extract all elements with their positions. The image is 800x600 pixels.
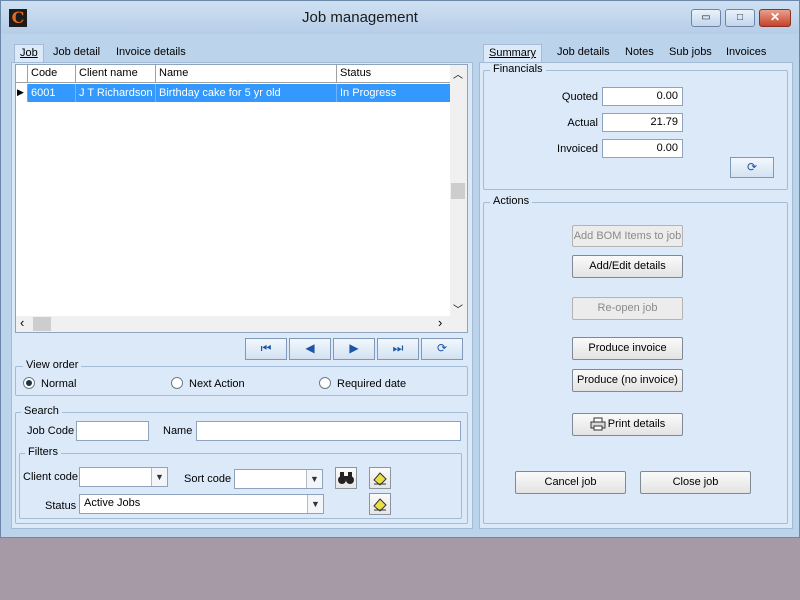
quoted-label: Quoted — [561, 91, 598, 103]
status-label: Status — [45, 500, 77, 512]
previous-record-button[interactable]: ◀ — [289, 338, 331, 360]
horizontal-scrollbar[interactable]: ‹ › — [16, 315, 450, 332]
client-code-label: Client code — [23, 471, 79, 483]
cell-status: In Progress — [340, 87, 397, 99]
refresh-button[interactable]: ⟳ — [421, 338, 463, 360]
minimize-button[interactable]: ▭ — [691, 9, 721, 27]
col-header-code[interactable]: Code — [28, 65, 76, 83]
normal-radio-label[interactable]: Normal — [41, 378, 76, 390]
search-label: Search — [21, 405, 62, 417]
chevron-down-icon[interactable]: ▼ — [151, 468, 167, 486]
scroll-corner — [450, 316, 467, 332]
job-code-input[interactable] — [76, 421, 149, 441]
required-date-radio-label[interactable]: Required date — [337, 378, 406, 390]
invoiced-value: 0.00 — [602, 139, 683, 158]
jobs-grid[interactable]: Code Client name Name Status ▶ 6001 J T … — [15, 64, 468, 333]
print-details-button[interactable]: Print details — [572, 413, 683, 436]
clear-status-button[interactable] — [369, 493, 391, 515]
next-record-button[interactable]: ▶ — [333, 338, 375, 360]
refresh-icon: ⟳ — [436, 341, 448, 355]
job-management-window: C Job management ▭ □ ✕ Job Job detail In… — [0, 0, 800, 538]
row-selector-icon: ▶ — [16, 84, 28, 102]
eraser-icon — [373, 472, 387, 486]
cell-code: 6001 — [28, 84, 76, 102]
next-action-radio-label[interactable]: Next Action — [189, 378, 245, 390]
row-header-corner — [16, 65, 28, 83]
binoculars-icon — [338, 472, 354, 484]
job-code-label: Job Code — [27, 425, 75, 437]
actions-label: Actions — [490, 195, 533, 207]
tab-sub-jobs[interactable]: Sub jobs — [664, 44, 717, 62]
refresh-icon: ⟳ — [746, 160, 758, 174]
sort-code-select[interactable]: ▼ — [234, 469, 323, 489]
add-edit-details-button[interactable]: Add/Edit details — [572, 255, 683, 278]
col-header-name[interactable]: Name — [156, 65, 337, 83]
tab-job-details[interactable]: Job details — [552, 44, 615, 62]
produce-invoice-button[interactable]: Produce invoice — [572, 337, 683, 360]
scroll-up-icon[interactable]: ︿ — [453, 66, 463, 81]
col-header-client-name[interactable]: Client name — [76, 65, 156, 83]
eraser-icon — [373, 498, 387, 512]
add-bom-items-button[interactable]: Add BOM Items to job — [572, 225, 683, 247]
tab-job[interactable]: Job — [14, 44, 44, 64]
tab-job-detail[interactable]: Job detail — [48, 44, 105, 62]
tab-summary[interactable]: Summary — [483, 44, 543, 64]
maximize-icon: □ — [736, 12, 744, 23]
previous-icon: ◀ — [305, 341, 315, 355]
vertical-scrollbar[interactable]: ︿ ﹀ — [450, 65, 467, 316]
invoiced-label: Invoiced — [557, 143, 598, 155]
next-action-radio[interactable] — [171, 377, 183, 389]
name-input[interactable] — [196, 421, 461, 441]
required-date-radio[interactable] — [319, 377, 331, 389]
tab-notes[interactable]: Notes — [620, 44, 659, 62]
scroll-down-icon[interactable]: ﹀ — [453, 301, 463, 316]
first-icon: ⏮ — [260, 341, 272, 355]
first-record-button[interactable]: ⏮ — [245, 338, 287, 360]
filters-label: Filters — [25, 446, 61, 458]
chevron-down-icon[interactable]: ▼ — [307, 495, 323, 513]
vertical-scroll-thumb[interactable] — [451, 183, 465, 199]
cell-name: Birthday cake for 5 yr old — [156, 84, 337, 102]
scroll-left-icon[interactable]: ‹ — [20, 315, 24, 330]
client-code-select[interactable]: ▼ — [79, 467, 168, 487]
normal-radio[interactable] — [23, 377, 35, 389]
horizontal-scroll-thumb[interactable] — [33, 317, 51, 331]
view-order-label: View order — [23, 359, 82, 371]
maximize-button[interactable]: □ — [725, 9, 755, 27]
minimize-icon: ▭ — [701, 12, 711, 23]
next-icon: ▶ — [349, 341, 359, 355]
window-title: Job management — [302, 9, 418, 26]
col-header-status[interactable]: Status — [337, 65, 450, 83]
financials-label: Financials — [490, 63, 546, 75]
close-button[interactable]: ✕ — [759, 9, 791, 27]
actual-value: 21.79 — [602, 113, 683, 132]
produce-no-invoice-button[interactable]: Produce (no invoice) — [572, 369, 683, 392]
title-bar[interactable]: C Job management ▭ □ ✕ — [1, 1, 799, 34]
reopen-job-button[interactable]: Re-open job — [572, 297, 683, 320]
cancel-job-button[interactable]: Cancel job — [515, 471, 626, 494]
scroll-right-icon[interactable]: › — [438, 315, 442, 330]
last-icon: ⏭ — [392, 341, 404, 355]
tab-invoice-details[interactable]: Invoice details — [111, 44, 191, 62]
close-job-button[interactable]: Close job — [640, 471, 751, 494]
close-icon: ✕ — [769, 10, 781, 24]
sort-code-label: Sort code — [184, 473, 232, 485]
tab-invoices[interactable]: Invoices — [721, 44, 771, 62]
name-label: Name — [163, 425, 193, 437]
cell-client-name: J T Richardson — [76, 84, 156, 102]
table-row[interactable]: ▶ 6001 J T Richardson Birthday cake for … — [16, 84, 450, 102]
status-select[interactable]: Active Jobs ▼ — [79, 494, 324, 514]
last-record-button[interactable]: ⏭ — [377, 338, 419, 360]
chevron-down-icon[interactable]: ▼ — [306, 470, 322, 488]
quoted-value: 0.00 — [602, 87, 683, 106]
actual-label: Actual — [567, 117, 598, 129]
refresh-financials-button[interactable]: ⟳ — [730, 157, 774, 178]
find-button[interactable] — [335, 467, 357, 489]
printer-icon — [590, 417, 606, 431]
clear-client-code-button[interactable] — [369, 467, 391, 489]
